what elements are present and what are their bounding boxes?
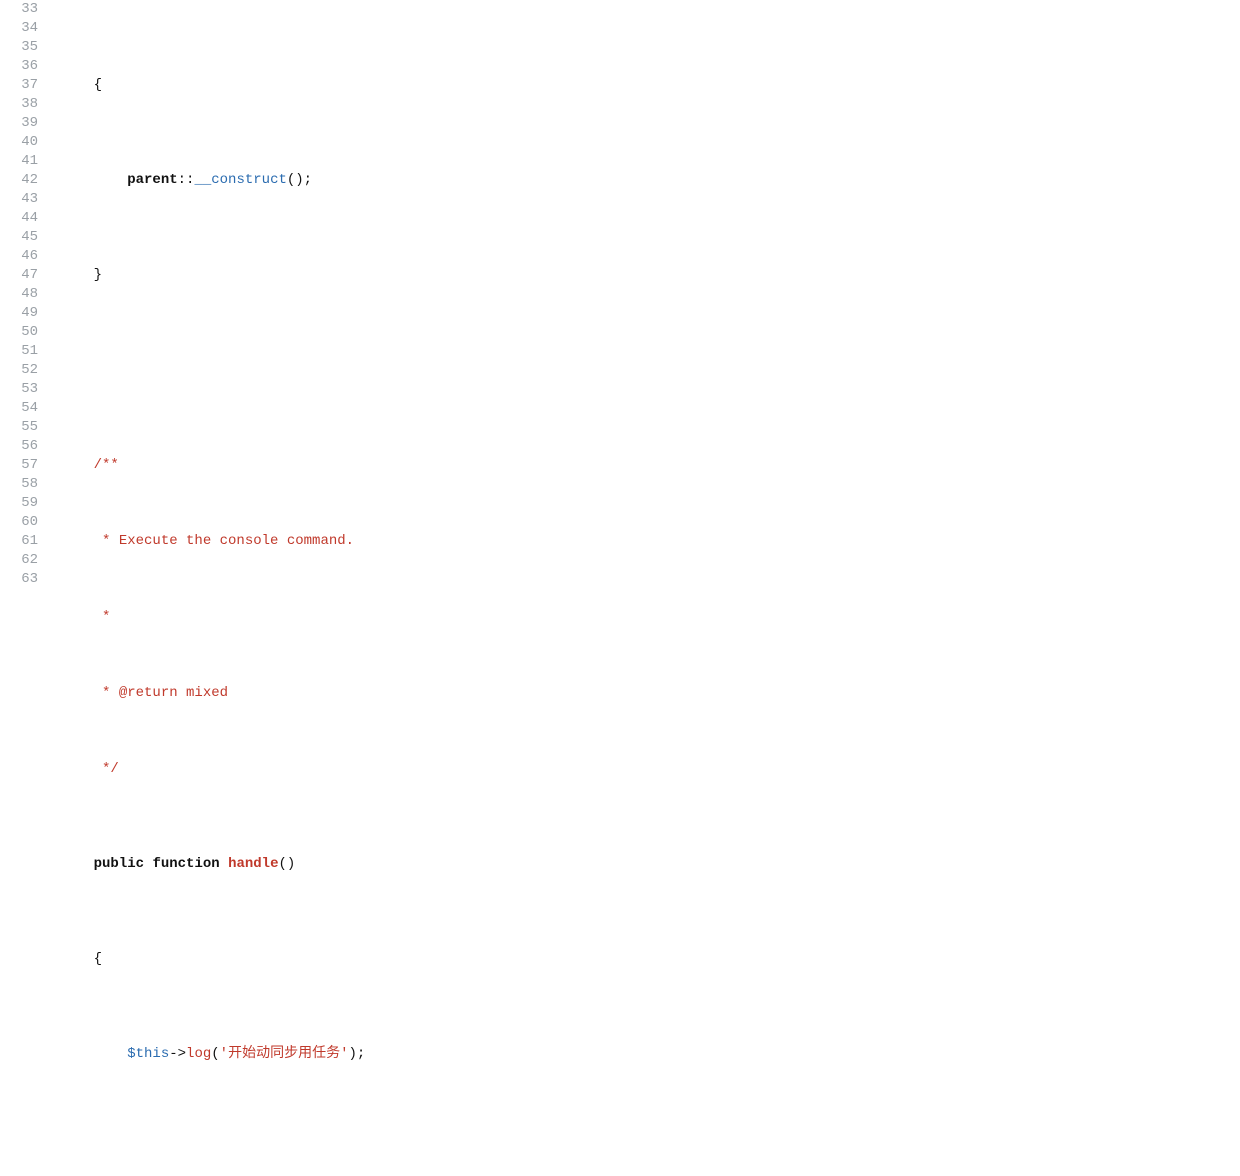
function-name-handle: handle [228, 856, 278, 872]
line-number: 58 [0, 475, 38, 494]
code-line[interactable]: public function handle() [60, 855, 1240, 874]
keyword-public: public [94, 856, 144, 872]
keyword-parent: parent [127, 172, 177, 188]
doc-close: */ [94, 761, 119, 777]
code-line[interactable]: * @return mixed [60, 684, 1240, 703]
line-number: 62 [0, 551, 38, 570]
line-number: 35 [0, 38, 38, 57]
double-colon: :: [178, 172, 195, 188]
line-number: 34 [0, 19, 38, 38]
code-area[interactable]: { parent::__construct(); } /** * Execute… [46, 0, 1240, 1176]
line-number: 44 [0, 209, 38, 228]
brace-close: } [94, 267, 102, 283]
brace-open: { [94, 77, 102, 93]
line-number: 49 [0, 304, 38, 323]
code-line[interactable]: } [60, 266, 1240, 285]
doc-desc: * Execute the console command. [94, 533, 354, 549]
line-number: 60 [0, 513, 38, 532]
line-number: 54 [0, 399, 38, 418]
paren-open: ( [211, 1046, 219, 1062]
keyword-function: function [152, 856, 219, 872]
var-this: $this [127, 1046, 169, 1062]
brace-open: { [94, 951, 102, 967]
code-line[interactable] [60, 361, 1240, 380]
line-number: 39 [0, 114, 38, 133]
line-number: 50 [0, 323, 38, 342]
line-number: 38 [0, 95, 38, 114]
method-log: log [186, 1046, 211, 1062]
code-line[interactable]: /** [60, 456, 1240, 475]
parens: (); [287, 172, 312, 188]
arrow: -> [169, 1046, 186, 1062]
code-line[interactable]: */ [60, 760, 1240, 779]
code-line[interactable]: * Execute the console command. [60, 532, 1240, 551]
line-number: 33 [0, 0, 38, 19]
method-construct: __construct [194, 172, 286, 188]
line-number: 42 [0, 171, 38, 190]
line-number: 63 [0, 570, 38, 589]
line-number: 55 [0, 418, 38, 437]
line-number: 51 [0, 342, 38, 361]
line-number: 47 [0, 266, 38, 285]
parens: () [278, 856, 295, 872]
line-number: 61 [0, 532, 38, 551]
line-number: 41 [0, 152, 38, 171]
line-number: 37 [0, 76, 38, 95]
doc-blank: * [94, 609, 111, 625]
line-number: 36 [0, 57, 38, 76]
line-number: 40 [0, 133, 38, 152]
doc-open: /** [94, 457, 119, 473]
code-line[interactable]: parent::__construct(); [60, 171, 1240, 190]
code-line[interactable]: * [60, 608, 1240, 627]
line-number: 45 [0, 228, 38, 247]
line-number-gutter: 33 34 35 36 37 38 39 40 41 42 43 44 45 4… [0, 0, 46, 1176]
line-number: 56 [0, 437, 38, 456]
code-line[interactable] [60, 1140, 1240, 1159]
line-number: 53 [0, 380, 38, 399]
paren-close-semi: ); [348, 1046, 365, 1062]
code-line[interactable]: $this->log('开始动同步用任务'); [60, 1045, 1240, 1064]
doc-return: * @return mixed [94, 685, 228, 701]
line-number: 48 [0, 285, 38, 304]
code-line[interactable]: { [60, 950, 1240, 969]
line-number: 59 [0, 494, 38, 513]
line-number: 52 [0, 361, 38, 380]
line-number: 57 [0, 456, 38, 475]
line-number: 43 [0, 190, 38, 209]
code-editor[interactable]: 33 34 35 36 37 38 39 40 41 42 43 44 45 4… [0, 0, 1240, 1176]
code-line[interactable]: { [60, 76, 1240, 95]
line-number: 46 [0, 247, 38, 266]
string-literal: '开始动同步用任务' [220, 1046, 349, 1062]
